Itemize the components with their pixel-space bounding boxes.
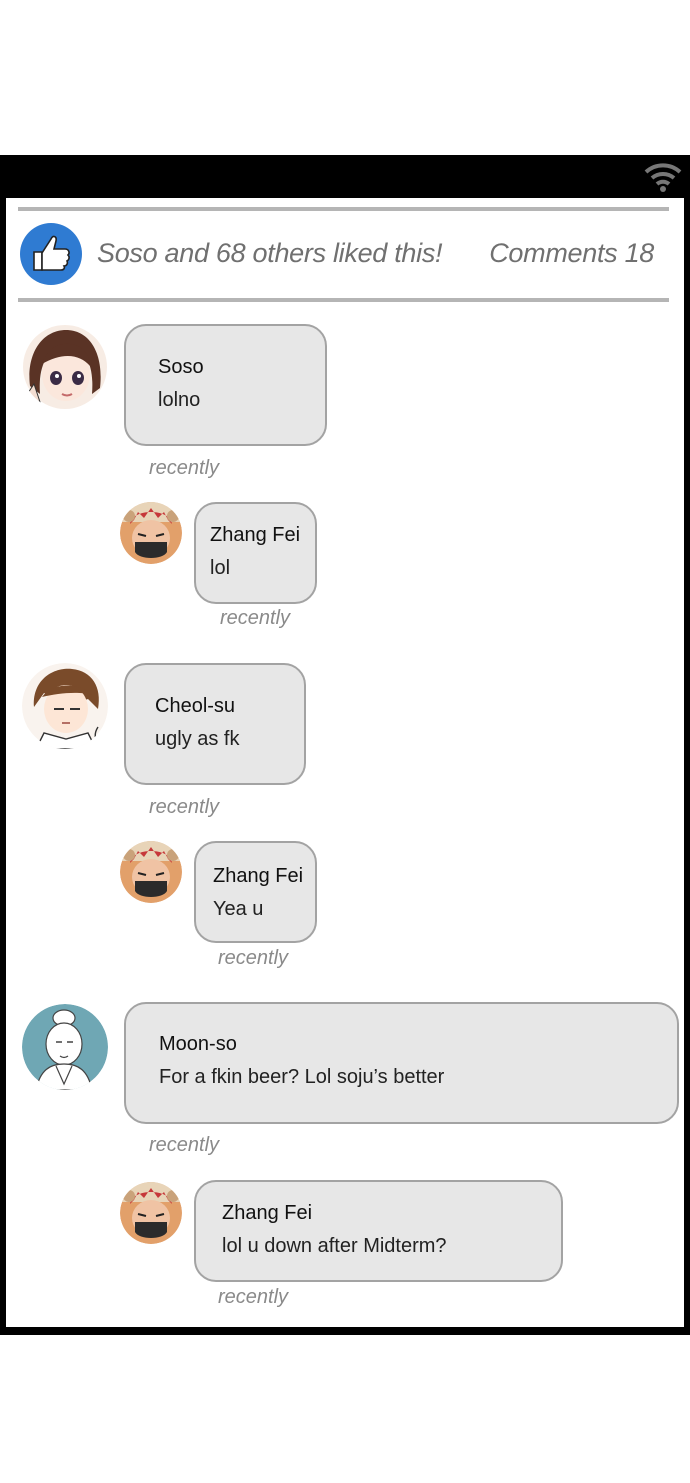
comment-text: lol u down after Midterm? xyxy=(222,1235,447,1257)
comment-text: ugly as fk xyxy=(155,728,240,750)
comment-time: recently xyxy=(218,1286,289,1308)
comment-time: recently xyxy=(220,607,291,629)
comment-author[interactable]: Cheol-su xyxy=(155,695,235,718)
reply-bubble[interactable]: Zhang Fei lol xyxy=(194,502,317,604)
comment-author[interactable]: Moon-so xyxy=(159,1033,237,1056)
reply-bubble[interactable]: Zhang Fei Yea u xyxy=(194,841,317,943)
avatar-zhang-fei[interactable] xyxy=(120,1182,182,1244)
comment-bubble[interactable]: Soso lolno xyxy=(124,324,327,446)
comment-text: Yea u xyxy=(213,898,264,920)
comment-text: lolno xyxy=(158,389,201,411)
avatar-cheol-su[interactable] xyxy=(22,663,108,749)
comment-bubble[interactable]: Cheol-su ugly as fk xyxy=(124,663,306,785)
bottom-divider xyxy=(18,298,669,302)
comment-bubble[interactable]: Moon-so For a fkin beer? Lol soju’s bett… xyxy=(124,1002,679,1124)
like-bar: Soso and 68 others liked this! Comments … xyxy=(6,212,684,300)
avatar-soso[interactable] xyxy=(22,324,108,410)
comment-author[interactable]: Soso xyxy=(158,356,204,379)
wifi-icon xyxy=(644,163,682,192)
comment-author[interactable]: Zhang Fei xyxy=(222,1202,312,1225)
comment-time: recently xyxy=(149,457,220,479)
comment-time: recently xyxy=(149,1134,220,1156)
avatar-zhang-fei[interactable] xyxy=(120,841,182,903)
screen: Soso and 68 others liked this! Comments … xyxy=(6,198,684,1327)
comments-count[interactable]: Comments 18 xyxy=(489,238,654,269)
comment-time: recently xyxy=(218,947,289,969)
comment-text: lol xyxy=(210,557,231,579)
comment-author[interactable]: Zhang Fei xyxy=(213,865,303,888)
avatar-zhang-fei[interactable] xyxy=(120,502,182,564)
top-divider xyxy=(18,207,669,211)
comment-text: For a fkin beer? Lol soju’s better xyxy=(159,1066,445,1088)
phone-frame: Soso and 68 others liked this! Comments … xyxy=(0,155,690,1335)
liked-by-name: Soso xyxy=(97,238,158,268)
comment-time: recently xyxy=(149,796,220,818)
comment-author[interactable]: Zhang Fei xyxy=(210,524,300,547)
thumbs-up-icon[interactable] xyxy=(20,223,82,285)
reply-bubble[interactable]: Zhang Fei lol u down after Midterm? xyxy=(194,1180,563,1282)
likes-summary[interactable]: Soso and 68 others liked this! xyxy=(97,238,443,269)
liked-suffix: and 68 others liked this! xyxy=(157,238,443,268)
avatar-moon-so[interactable] xyxy=(22,1004,108,1090)
